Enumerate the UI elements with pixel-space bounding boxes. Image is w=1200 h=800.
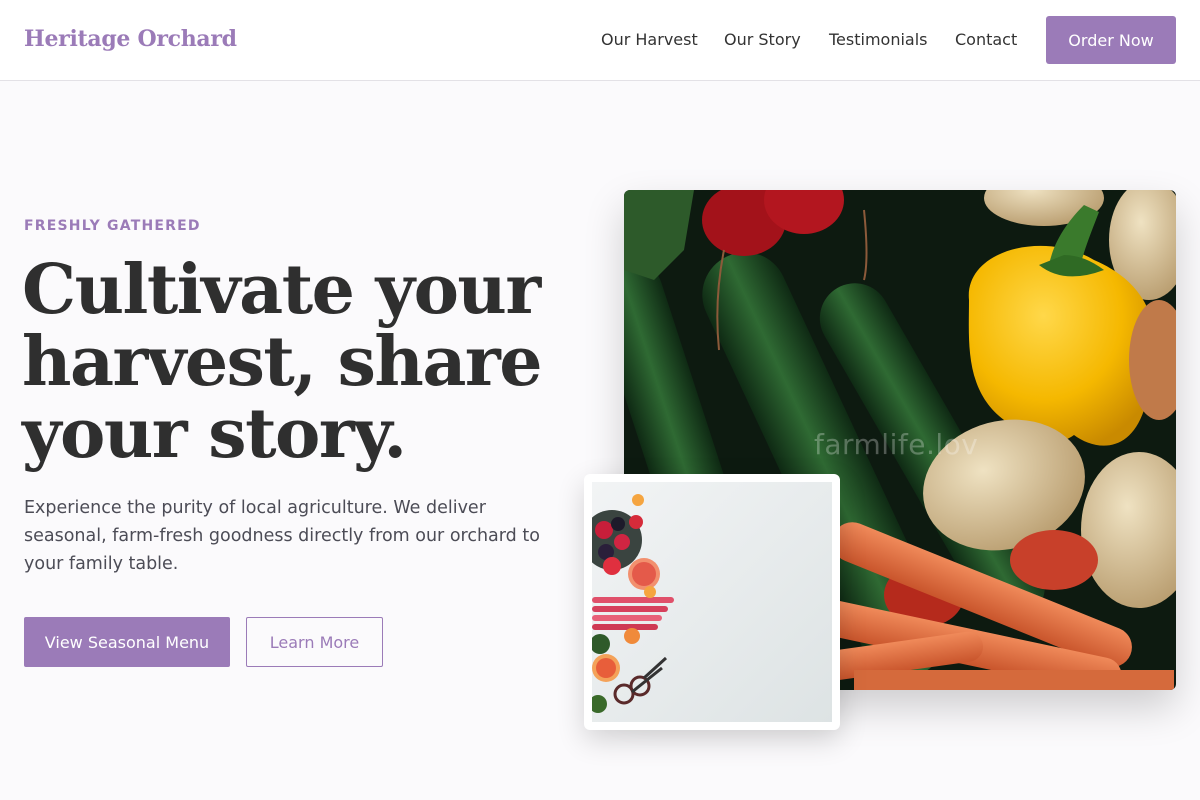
image-watermark: farmlife.lov (814, 428, 979, 461)
hero-headline: Cultivate your harvest, share your story… (22, 254, 582, 470)
nav-link-testimonials[interactable]: Testimonials (829, 30, 928, 49)
learn-more-button[interactable]: Learn More (246, 617, 383, 667)
headline-line: Cultivate your (22, 250, 541, 330)
fruit-flatlay-illustration (592, 482, 832, 722)
site-header: Heritage Orchard Our Harvest Our Story T… (0, 0, 1200, 81)
fruit-flatlay-photo (584, 474, 840, 730)
headline-line: harvest, share (22, 322, 543, 402)
nav-link-contact[interactable]: Contact (955, 30, 1017, 49)
nav-link-our-harvest[interactable]: Our Harvest (601, 30, 698, 49)
view-seasonal-menu-button[interactable]: View Seasonal Menu (24, 617, 230, 667)
order-now-button[interactable]: Order Now (1046, 16, 1176, 64)
headline-line: your story. (22, 394, 407, 474)
hero-eyebrow: FRESHLY GATHERED (24, 218, 201, 234)
nav-link-our-story[interactable]: Our Story (724, 30, 801, 49)
main-nav: Our Harvest Our Story Testimonials Conta… (0, 30, 1200, 52)
hero-description: Experience the purity of local agricultu… (24, 498, 540, 574)
